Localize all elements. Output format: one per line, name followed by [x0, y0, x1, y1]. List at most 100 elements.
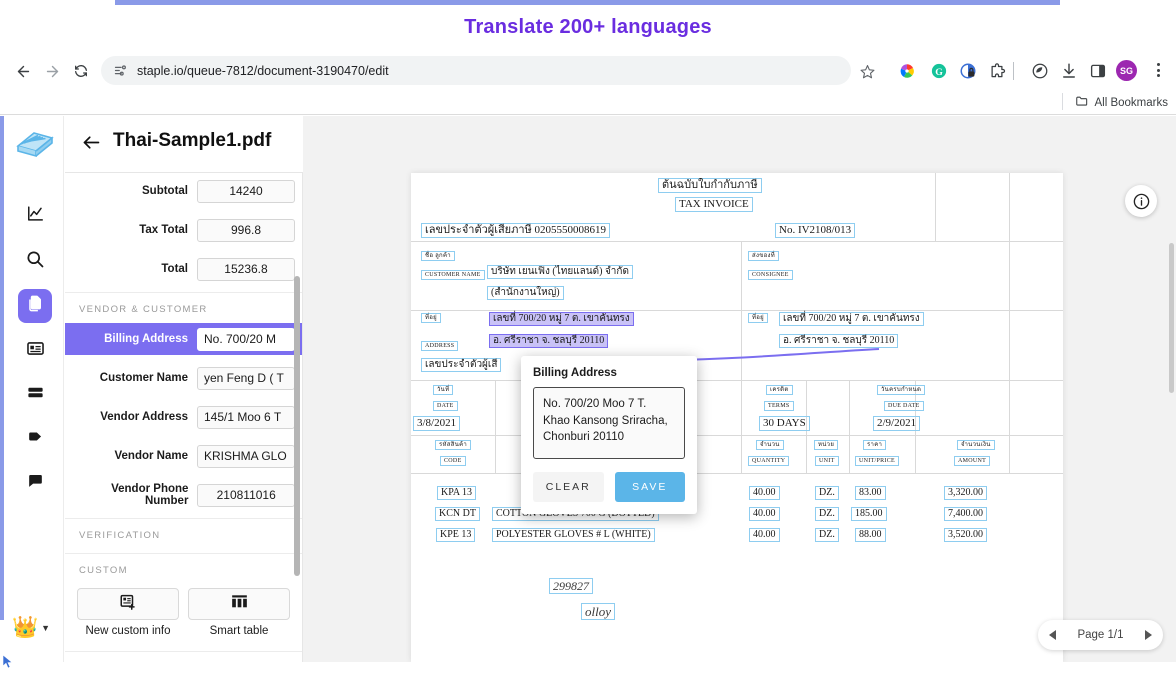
doc-consignee-label-en[interactable]: CONSIGNEE — [748, 270, 793, 280]
downloads-icon[interactable] — [1058, 60, 1080, 82]
doc-due-label-thai[interactable]: วันครบกำหนด — [877, 385, 926, 395]
doc-row-unit[interactable]: DZ. — [815, 507, 839, 521]
all-bookmarks-button[interactable]: All Bookmarks — [1075, 94, 1168, 111]
sidebar-item-comments[interactable] — [18, 466, 52, 500]
sidebar-item-analytics[interactable] — [18, 199, 52, 233]
doc-customer-label-thai[interactable]: ชื่อ ลูกค้า — [421, 251, 455, 261]
doc-customer-name-2[interactable]: (สำนักงานใหญ่) — [487, 286, 564, 300]
document-page[interactable]: ต้นฉบับใบกำกับภาษี TAX INVOICE เลขประจำต… — [411, 173, 1063, 662]
address-bar[interactable]: staple.io/queue-7812/document-3190470/ed… — [101, 56, 851, 85]
doc-tax-id[interactable]: เลขประจำตัวผู้เสียภาษี 0205550008619 — [421, 223, 611, 238]
doc-tax-id-bottom[interactable]: เลขประจำตัวผู้เสี — [421, 358, 502, 372]
doc-due-value[interactable]: 2/9/2021 — [873, 416, 921, 431]
doc-code-label-thai[interactable]: รหัสสินค้า — [435, 440, 472, 450]
doc-price-label-en[interactable]: UNIT/PRICE — [855, 456, 899, 466]
grammarly-extension-icon[interactable]: G — [928, 60, 950, 82]
doc-row-qty[interactable]: 40.00 — [749, 486, 780, 500]
field-row-customer-name[interactable]: Customer Name yen Feng D ( T — [65, 362, 302, 394]
doc-row-price[interactable]: 83.00 — [855, 486, 886, 500]
doc-row-price[interactable]: 185.00 — [851, 507, 887, 521]
bookmark-star-icon[interactable] — [856, 60, 878, 82]
doc-invoice-number[interactable]: No. IV2108/013 — [775, 223, 856, 238]
field-row-vendor-address[interactable]: Vendor Address 145/1 Moo 6 T — [65, 401, 302, 433]
field-value-vendor-name[interactable]: KRISHMA GLO — [197, 444, 295, 468]
field-edit-popup[interactable]: Billing Address No. 700/20 Moo 7 T. Khao… — [521, 356, 697, 514]
privacy-extension-icon[interactable] — [957, 60, 979, 82]
doc-qty-label-en[interactable]: QUANTITY — [748, 456, 790, 466]
doc-customer-name[interactable]: บริษัท เยนเฟิง (ไทยแลนด์) จำกัด — [487, 265, 633, 279]
speed-extension-icon[interactable] — [1029, 60, 1051, 82]
field-row-tax-total[interactable]: Tax Total 996.8 — [65, 214, 302, 246]
save-button[interactable]: SAVE — [614, 472, 685, 502]
viewer-scrollbar[interactable] — [1169, 243, 1174, 393]
field-row-subtotal[interactable]: Subtotal 14240 — [65, 175, 302, 207]
doc-row-qty[interactable]: 40.00 — [749, 528, 780, 542]
field-value-vendor-phone[interactable]: 210811016 — [197, 483, 295, 507]
doc-amount-label-en[interactable]: AMOUNT — [954, 456, 991, 466]
doc-row-desc[interactable]: POLYESTER GLOVES # L (WHITE) — [492, 528, 655, 542]
doc-row-code[interactable]: KPA 13 — [437, 486, 477, 500]
sidebar-item-fields[interactable] — [18, 334, 52, 368]
doc-row-code[interactable]: KPE 13 — [436, 528, 476, 542]
doc-code-label-en[interactable]: CODE — [440, 456, 466, 466]
doc-date-label-en[interactable]: DATE — [433, 401, 458, 411]
doc-row-unit[interactable]: DZ. — [815, 528, 839, 542]
doc-handwriting-1[interactable]: 299827 — [549, 578, 593, 594]
doc-unit-label-thai[interactable]: หน่วย — [814, 440, 839, 450]
doc-row-unit[interactable]: DZ. — [815, 486, 839, 500]
back-arrow-icon[interactable] — [81, 132, 102, 159]
doc-terms-label-en[interactable]: TERMS — [764, 401, 794, 411]
doc-date-value[interactable]: 3/8/2021 — [413, 416, 461, 431]
field-value-tax-total[interactable]: 996.8 — [197, 218, 295, 242]
doc-terms-value[interactable]: 30 DAYS — [759, 416, 810, 431]
doc-customer-label-en[interactable]: CUSTOMER NAME — [421, 270, 485, 280]
doc-row-code[interactable]: KCN DT — [435, 507, 480, 521]
doc-header-thai[interactable]: ต้นฉบับใบกำกับภาษี — [658, 178, 762, 193]
document-canvas[interactable]: ต้นฉบับใบกำกับภาษี TAX INVOICE เลขประจำต… — [303, 173, 1176, 662]
doc-due-label-en[interactable]: DUE DATE — [884, 401, 924, 411]
staple-logo-icon[interactable] — [12, 126, 58, 166]
sidebar-item-search[interactable] — [18, 244, 52, 278]
doc-address-label-thai[interactable]: ที่อยู่ — [421, 313, 441, 323]
doc-billing-address-line1[interactable]: เลขที่ 700/20 หมู่ 7 ต. เขาคันทรง — [489, 312, 634, 326]
field-value-billing-address[interactable]: No. 700/20 M — [197, 327, 295, 351]
profile-avatar[interactable]: SG — [1116, 60, 1137, 81]
doc-row-amount[interactable]: 3,320.00 — [944, 486, 987, 500]
field-value-total[interactable]: 15236.8 — [197, 257, 295, 281]
doc-price-label-thai[interactable]: ราคา — [863, 440, 887, 450]
doc-row-amount[interactable]: 3,520.00 — [944, 528, 987, 542]
browser-reload-button[interactable] — [68, 58, 94, 84]
field-value-customer-name[interactable]: yen Feng D ( T — [197, 366, 295, 390]
doc-address-label-en[interactable]: ADDRESS — [421, 341, 459, 351]
field-row-billing-address[interactable]: Billing Address No. 700/20 M — [65, 323, 302, 355]
popup-value-textarea[interactable]: No. 700/20 Moo 7 T. Khao Kansong Srirach… — [533, 387, 685, 459]
doc-amount-label-thai[interactable]: จำนวนเงิน — [957, 440, 995, 450]
browser-back-button[interactable] — [10, 58, 36, 84]
field-value-subtotal[interactable]: 14240 — [197, 179, 295, 203]
sidebar-item-labels[interactable] — [18, 422, 52, 456]
doc-qty-label-thai[interactable]: จำนวน — [756, 440, 784, 450]
clear-button[interactable]: CLEAR — [533, 472, 604, 502]
doc-unit-label-en[interactable]: UNIT — [815, 456, 839, 466]
site-settings-icon[interactable] — [113, 63, 128, 78]
field-row-total[interactable]: Total 15236.8 — [65, 253, 302, 285]
doc-row-qty[interactable]: 40.00 — [749, 507, 780, 521]
doc-ship-address-line1[interactable]: เลขที่ 700/20 หมู่ 7 ต. เขาคันทรง — [779, 312, 924, 326]
doc-ship-address-label-thai[interactable]: ที่อยู่ — [748, 313, 768, 323]
field-row-vendor-phone[interactable]: Vendor Phone Number 210811016 — [65, 479, 302, 511]
page-navigator[interactable]: Page 1/1 — [1038, 620, 1163, 650]
color-wheel-extension-icon[interactable] — [896, 60, 918, 82]
side-panel-icon[interactable] — [1087, 60, 1109, 82]
account-plan-button[interactable]: 👑 ▼ — [12, 616, 50, 640]
doc-terms-label-thai[interactable]: เครดิต — [766, 385, 793, 395]
smart-table-button[interactable] — [188, 588, 290, 620]
field-row-vendor-name[interactable]: Vendor Name KRISHMA GLO — [65, 440, 302, 472]
doc-header-english[interactable]: TAX INVOICE — [675, 197, 753, 212]
doc-date-label-thai[interactable]: วันที่ — [433, 385, 454, 395]
kebab-menu-icon[interactable] — [1148, 59, 1168, 81]
chevron-right-icon[interactable] — [1144, 630, 1152, 640]
panel-scrollbar[interactable] — [294, 276, 300, 576]
info-icon[interactable] — [1125, 185, 1157, 217]
doc-handwriting-2[interactable]: olloy — [581, 603, 615, 620]
doc-row-amount[interactable]: 7,400.00 — [944, 507, 987, 521]
